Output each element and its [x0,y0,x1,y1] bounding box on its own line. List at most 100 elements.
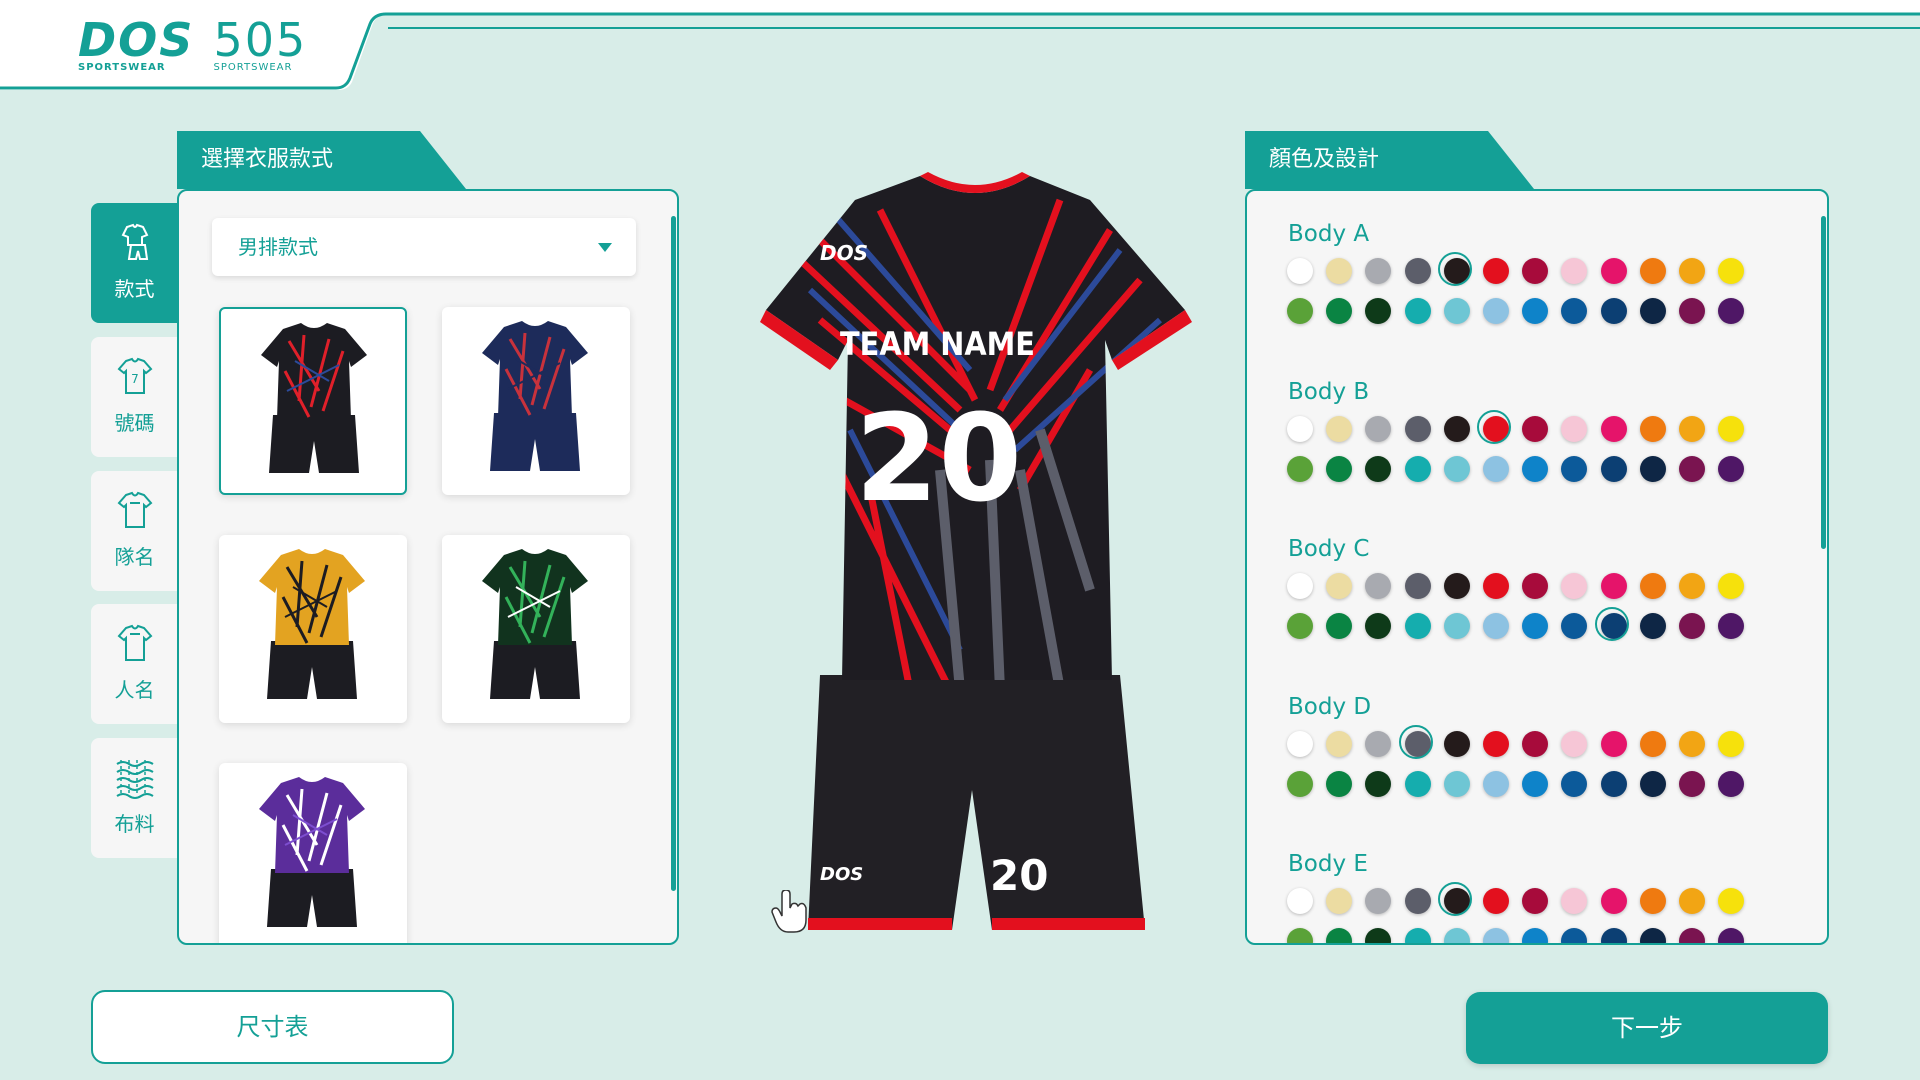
color-swatch[interactable] [1437,882,1472,916]
color-swatch[interactable] [1639,928,1666,943]
color-swatch[interactable] [1443,415,1470,442]
sidebar-item-team-name[interactable]: 隊名 [91,471,178,591]
color-swatch[interactable] [1718,613,1745,639]
color-swatch[interactable] [1365,888,1392,914]
color-swatch[interactable] [1561,573,1588,599]
color-swatch[interactable] [1287,613,1313,639]
color-swatch[interactable] [1561,298,1588,324]
color-swatch[interactable] [1522,298,1549,324]
sidebar-item-style[interactable]: 款式 [91,203,178,323]
color-swatch[interactable] [1404,888,1431,914]
color-swatch[interactable] [1639,888,1666,914]
size-chart-button[interactable]: 尺寸表 [91,990,454,1064]
color-swatch[interactable] [1483,455,1509,482]
color-swatch[interactable] [1404,455,1431,482]
color-swatch[interactable] [1365,415,1392,442]
color-swatch[interactable] [1522,770,1549,797]
color-swatch[interactable] [1679,415,1705,442]
color-swatch[interactable] [1561,455,1588,482]
color-swatch[interactable] [1639,298,1666,324]
color-swatch[interactable] [1443,573,1470,599]
color-swatch[interactable] [1594,607,1629,641]
color-swatch[interactable] [1522,573,1549,599]
color-swatch[interactable] [1326,928,1353,943]
color-swatch[interactable] [1483,770,1509,797]
color-swatch[interactable] [1600,730,1627,757]
color-swatch[interactable] [1522,928,1549,943]
color-swatch[interactable] [1679,770,1705,797]
color-swatch[interactable] [1365,258,1392,284]
color-swatch[interactable] [1287,455,1313,482]
color-swatch[interactable] [1326,888,1353,914]
color-swatch[interactable] [1639,415,1666,442]
color-swatch[interactable] [1600,770,1627,797]
color-swatch[interactable] [1718,730,1745,757]
color-swatch[interactable] [1639,258,1666,284]
color-swatch[interactable] [1287,298,1313,324]
sidebar-item-fabric[interactable]: 布料 [91,738,178,858]
color-swatch[interactable] [1287,928,1313,943]
color-swatch[interactable] [1365,928,1392,943]
style-list-scrollbar[interactable] [671,216,676,891]
color-swatch[interactable] [1398,724,1433,759]
color-swatch[interactable] [1522,613,1549,639]
color-swatch[interactable] [1561,770,1588,797]
color-swatch[interactable] [1437,252,1472,286]
color-swatch[interactable] [1639,613,1666,639]
next-step-button[interactable]: 下一步 [1466,992,1828,1064]
color-swatch[interactable] [1483,928,1509,943]
style-card[interactable] [442,307,630,495]
color-swatch[interactable] [1404,770,1431,797]
color-swatch[interactable] [1287,888,1313,914]
color-swatch[interactable] [1326,415,1353,442]
color-swatch[interactable] [1561,888,1588,914]
color-swatch[interactable] [1443,298,1470,324]
color-swatch[interactable] [1679,928,1705,943]
color-swatch[interactable] [1326,258,1353,284]
sidebar-item-number[interactable]: 7 號碼 [91,337,178,457]
color-swatch[interactable] [1477,409,1511,444]
color-swatch[interactable] [1443,613,1470,639]
color-swatch[interactable] [1365,455,1392,482]
color-swatch[interactable] [1443,928,1470,943]
color-swatch[interactable] [1365,298,1392,324]
color-swatch[interactable] [1404,928,1431,943]
style-category-select[interactable]: 男排款式 [212,218,636,276]
color-swatch[interactable] [1522,455,1549,482]
color-swatch[interactable] [1561,258,1588,284]
color-swatch[interactable] [1483,258,1509,284]
color-swatch[interactable] [1326,730,1353,757]
style-card[interactable] [442,535,630,723]
color-swatch[interactable] [1718,298,1745,324]
color-swatch[interactable] [1483,730,1509,757]
color-swatch[interactable] [1326,573,1353,599]
color-swatch[interactable] [1600,573,1627,599]
color-swatch[interactable] [1561,730,1588,757]
color-swatch[interactable] [1639,770,1666,797]
color-swatch[interactable] [1600,928,1627,943]
color-swatch[interactable] [1679,730,1705,757]
color-swatch[interactable] [1718,770,1745,797]
color-swatch[interactable] [1287,730,1313,757]
color-swatch[interactable] [1561,928,1588,943]
color-swatch[interactable] [1404,613,1431,639]
color-swatch[interactable] [1522,258,1549,284]
color-swatch[interactable] [1639,573,1666,599]
color-swatch[interactable] [1287,770,1313,797]
color-swatch[interactable] [1483,298,1509,324]
color-swatch[interactable] [1404,258,1431,284]
color-swatch[interactable] [1287,258,1313,284]
color-swatch[interactable] [1718,455,1745,482]
color-swatch[interactable] [1679,298,1705,324]
color-panel-scrollbar[interactable] [1821,216,1826,549]
color-swatch[interactable] [1600,415,1627,442]
style-card[interactable] [219,763,407,943]
color-swatch[interactable] [1326,613,1353,639]
color-swatch[interactable] [1404,298,1431,324]
color-swatch[interactable] [1443,730,1470,757]
color-swatch[interactable] [1600,888,1627,914]
color-swatch[interactable] [1639,730,1666,757]
color-swatch[interactable] [1600,298,1627,324]
color-swatch[interactable] [1365,613,1392,639]
sidebar-item-player-name[interactable]: 人名 [91,604,178,724]
